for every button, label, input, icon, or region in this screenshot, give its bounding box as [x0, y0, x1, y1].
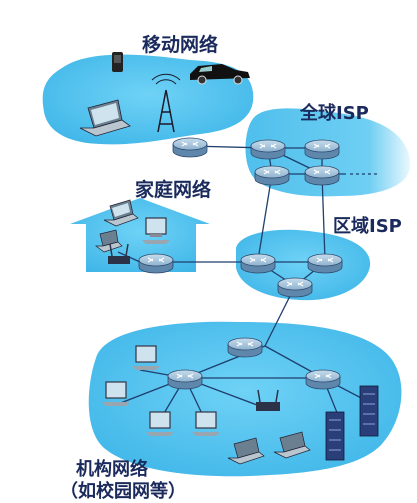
home-network-label: 家庭网络	[135, 179, 212, 201]
router-icon	[304, 165, 340, 186]
router-icon	[167, 369, 203, 390]
phone-icon	[112, 52, 123, 72]
router-icon	[250, 139, 286, 160]
institutional-network-sublabel: （如校园网等）	[60, 481, 186, 502]
router-icon	[227, 337, 263, 358]
router-icon	[172, 137, 208, 158]
router-icon	[305, 369, 341, 390]
global-isp-label: 全球ISP	[300, 103, 369, 124]
router-icon	[240, 253, 276, 274]
desktop-icon	[146, 411, 174, 436]
router-icon	[138, 253, 174, 274]
router-icon	[307, 253, 343, 274]
desktop-icon	[142, 217, 170, 244]
regional-isp-label: 区域ISP	[333, 216, 402, 237]
router-icon	[304, 139, 340, 160]
mobile-network-label: 移动网络	[142, 34, 219, 56]
network-diagram	[42, 52, 411, 477]
desktop-icon	[192, 411, 220, 436]
desktop-icon	[132, 345, 160, 370]
router-icon	[254, 165, 290, 186]
router-icon	[277, 277, 313, 298]
desktop-icon	[102, 381, 130, 406]
